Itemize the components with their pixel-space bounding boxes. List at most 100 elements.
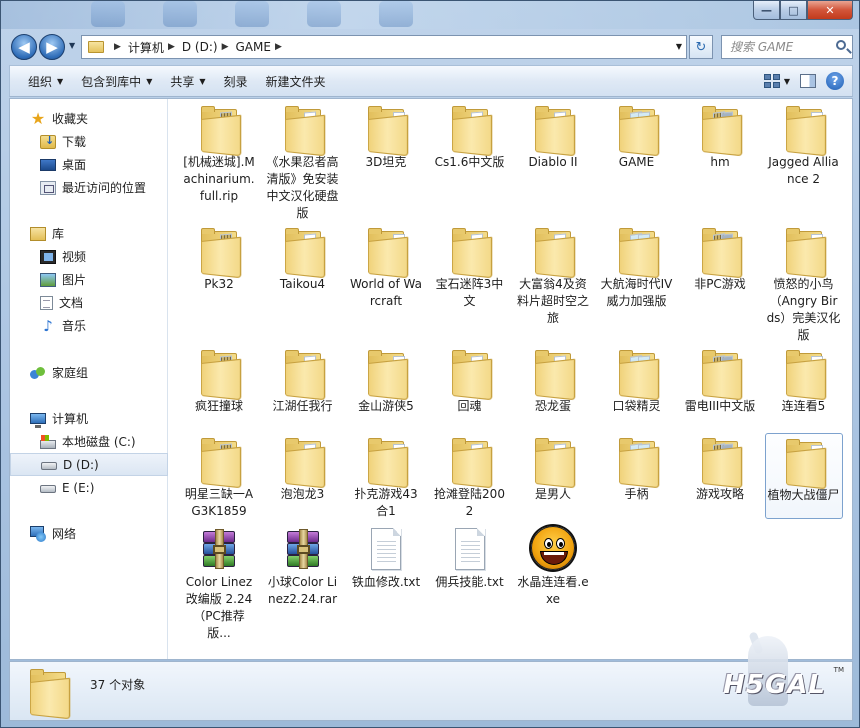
file-item[interactable]: Taikou4: [264, 223, 342, 293]
folder-icon: [696, 437, 744, 489]
archive-icon: [195, 525, 243, 573]
back-button[interactable]: ◀: [11, 34, 37, 60]
text-file-icon: [446, 525, 494, 573]
file-item[interactable]: GAME: [598, 101, 676, 171]
burn-button[interactable]: 刻录: [215, 66, 257, 96]
file-item[interactable]: 佣兵技能.txt: [431, 521, 509, 591]
file-item[interactable]: 手柄: [598, 433, 676, 503]
file-item[interactable]: Jagged Alliance 2: [765, 101, 843, 188]
file-item[interactable]: 恐龙蛋: [514, 345, 592, 415]
downloads-icon: [40, 134, 56, 149]
new-folder-button[interactable]: 新建文件夹: [257, 66, 335, 96]
chevron-right-icon[interactable]: ▶: [114, 42, 121, 52]
file-item[interactable]: 江湖任我行: [264, 345, 342, 415]
sidebar-item-network[interactable]: 网络: [10, 522, 168, 545]
sidebar-item-drive-c[interactable]: 本地磁盘 (C:): [10, 430, 168, 453]
file-item[interactable]: Pk32: [180, 223, 258, 293]
search-input[interactable]: [730, 37, 838, 57]
file-item[interactable]: World of Warcraft: [347, 223, 425, 310]
file-item[interactable]: 大富翁4及资料片超时空之旅: [514, 223, 592, 327]
file-item[interactable]: 明星三缺一AG3K1859: [180, 433, 258, 520]
chevron-right-icon[interactable]: ▶: [222, 42, 229, 52]
folder-icon: [696, 105, 744, 157]
organize-menu[interactable]: 组织 ▼: [19, 66, 72, 96]
file-item[interactable]: 游戏攻略: [681, 433, 759, 503]
chevron-right-icon[interactable]: ▶: [168, 42, 175, 52]
folder-icon: [195, 349, 243, 401]
sidebar-item-documents[interactable]: 文档: [10, 291, 168, 314]
sidebar-item-libraries[interactable]: 库: [10, 222, 168, 245]
file-item[interactable]: 抢滩登陆2002: [431, 433, 509, 520]
file-name: 扑克游戏43合1: [354, 487, 418, 518]
change-view-icon[interactable]: [763, 74, 780, 88]
view-dropdown-icon[interactable]: ▼: [784, 77, 790, 86]
file-item[interactable]: 铁血修改.txt: [347, 521, 425, 591]
sidebar-item-drive-d[interactable]: D (D:): [10, 453, 168, 476]
file-item[interactable]: [机械迷城].Machinarium.full.rip: [180, 101, 258, 205]
file-item[interactable]: 宝石迷阵3中文: [431, 223, 509, 310]
file-item[interactable]: 小球Color Linez2.24.rar: [264, 521, 342, 608]
sidebar-item-pictures[interactable]: 图片: [10, 268, 168, 291]
file-item[interactable]: 金山游侠5: [347, 345, 425, 415]
network-group: 网络: [10, 522, 168, 545]
refresh-button[interactable]: ↻: [689, 35, 713, 59]
file-item[interactable]: 是男人: [514, 433, 592, 503]
sidebar-item-desktop[interactable]: 桌面: [10, 153, 168, 176]
address-dropdown-icon[interactable]: ▼: [676, 42, 682, 51]
breadcrumb-game[interactable]: GAME: [235, 40, 270, 54]
libraries-group: 库 视频 图片 文档 ♪ 音乐: [10, 222, 168, 337]
file-name: GAME: [618, 155, 655, 169]
file-item[interactable]: 水晶连连看.exe: [514, 521, 592, 608]
sidebar-item-computer[interactable]: 计算机: [10, 407, 168, 430]
search-icon[interactable]: [836, 40, 846, 50]
address-bar[interactable]: ▶ 计算机 ▶ D (D:) ▶ GAME ▶ ▼: [81, 35, 687, 59]
file-item[interactable]: Diablo II: [514, 101, 592, 171]
file-item[interactable]: 愤怒的小鸟（Angry Birds）完美汉化版: [765, 223, 843, 344]
file-item[interactable]: 非PC游戏: [681, 223, 759, 293]
preview-pane-icon[interactable]: [800, 74, 816, 88]
maximize-button[interactable]: □: [780, 1, 807, 20]
file-item[interactable]: 3D坦克: [347, 101, 425, 171]
forward-button[interactable]: ▶: [39, 34, 65, 60]
help-icon[interactable]: ?: [826, 72, 844, 90]
sidebar-item-music[interactable]: ♪ 音乐: [10, 314, 168, 337]
file-item[interactable]: 大航海时代IV威力加强版: [598, 223, 676, 310]
desktop-icon: [40, 158, 56, 171]
sidebar-item-favorites[interactable]: ★ 收藏夹: [10, 107, 168, 130]
file-item[interactable]: 雷电III中文版: [681, 345, 759, 415]
file-item[interactable]: 扑克游戏43合1: [347, 433, 425, 520]
file-item[interactable]: Color Linez改编版 2.24（PC推荐版...: [180, 521, 258, 642]
file-item[interactable]: 回魂: [431, 345, 509, 415]
breadcrumb-computer[interactable]: 计算机: [128, 39, 164, 56]
include-in-library-menu[interactable]: 包含到库中 ▼: [72, 66, 161, 96]
sidebar-item-label: D (D:): [63, 457, 99, 472]
homegroup-group: 家庭组: [10, 361, 168, 384]
file-item[interactable]: hm: [681, 101, 759, 171]
close-button[interactable]: ✕: [807, 1, 853, 20]
chevron-right-icon[interactable]: ▶: [275, 42, 282, 52]
recent-pages-dropdown[interactable]: ▼: [69, 41, 75, 50]
sidebar-item-drive-e[interactable]: E (E:): [10, 476, 168, 499]
sidebar-item-homegroup[interactable]: 家庭组: [10, 361, 168, 384]
file-name: Jagged Alliance 2: [768, 155, 839, 186]
breadcrumb-drive-d[interactable]: D (D:): [182, 40, 218, 54]
file-item[interactable]: 连连看5: [765, 345, 843, 415]
file-item[interactable]: 口袋精灵: [598, 345, 676, 415]
minimize-button[interactable]: —: [753, 1, 780, 20]
file-name: 宝石迷阵3中文: [435, 277, 504, 308]
share-menu[interactable]: 共享 ▼: [161, 66, 214, 96]
file-item[interactable]: 疯狂撞球: [180, 345, 258, 415]
network-icon: [30, 525, 46, 542]
details-pane: 37 个对象 H5GAL TM: [9, 631, 853, 721]
file-name: hm: [710, 155, 730, 169]
sidebar-item-recent-places[interactable]: 最近访问的位置: [10, 176, 168, 199]
sidebar-item-videos[interactable]: 视频: [10, 245, 168, 268]
sidebar-item-downloads[interactable]: 下载: [10, 130, 168, 153]
file-item[interactable]: Cs1.6中文版: [431, 101, 509, 171]
folder-icon: [279, 227, 327, 279]
folder-icon: [279, 105, 327, 157]
file-item[interactable]: 泡泡龙3: [264, 433, 342, 503]
file-name: 佣兵技能.txt: [435, 575, 504, 589]
file-item[interactable]: 植物大战僵尸: [764, 433, 843, 519]
file-item[interactable]: 《水果忍者高清版》免安装中文汉化硬盘版: [264, 101, 342, 222]
